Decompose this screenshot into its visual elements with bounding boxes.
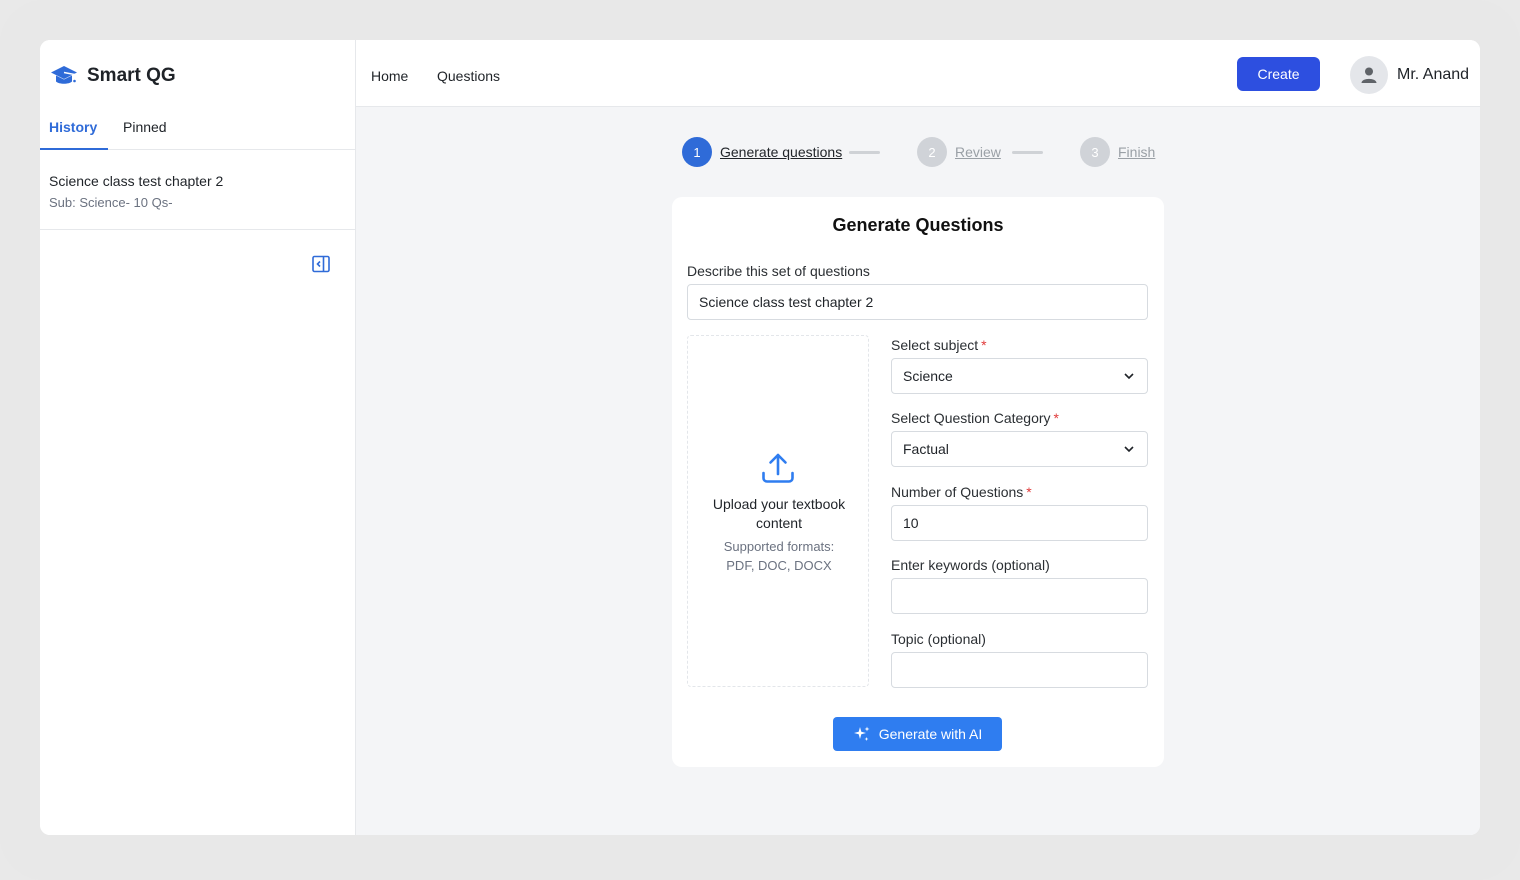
step-finish[interactable]: 3 Finish (1080, 137, 1155, 167)
step-connector (849, 151, 880, 154)
upload-icon (760, 450, 796, 486)
topic-label: Topic (optional) (891, 631, 986, 647)
upload-formats-line2: PDF, DOC, DOCX (726, 558, 832, 573)
subject-label-text: Select subject (891, 337, 979, 353)
num-questions-label-text: Number of Questions (891, 484, 1024, 500)
stepper: 1 Generate questions 2 Review 3 Finish (682, 137, 1162, 167)
category-label-text: Select Question Category (891, 410, 1051, 426)
step-label: Generate questions (720, 144, 843, 160)
keywords-label: Enter keywords (optional) (891, 557, 1050, 573)
description-label: Describe this set of questions (687, 263, 870, 279)
main-content: 1 Generate questions 2 Review 3 Finish G… (356, 107, 1480, 835)
brand[interactable]: Smart QG (50, 62, 176, 90)
sidebar-tabs: History Pinned (40, 106, 356, 150)
step-number: 1 (682, 137, 712, 167)
user-name: Mr. Anand (1397, 66, 1470, 83)
tab-history[interactable]: History (40, 106, 108, 150)
chevron-down-icon (1124, 446, 1134, 453)
sparkle-icon (853, 726, 870, 741)
brand-name: Smart QG (87, 65, 176, 86)
category-label: Select Question Category * (891, 410, 1059, 426)
required-marker: * (1026, 484, 1032, 500)
upload-formats-line1: Supported formats: (723, 539, 835, 554)
step-review[interactable]: 2 Review (917, 137, 1001, 167)
user-avatar-icon (1350, 56, 1388, 94)
step-label: Review (955, 144, 1001, 160)
subject-label: Select subject * (891, 337, 987, 353)
nav-home[interactable]: Home (371, 40, 408, 107)
upload-dropzone[interactable]: Upload your textbook content Supported f… (687, 335, 869, 687)
collapse-sidebar-icon[interactable] (311, 254, 331, 274)
topic-input[interactable] (891, 652, 1148, 688)
graduation-cap-icon (50, 62, 78, 90)
app-window: Smart QG History Pinned Science class te… (40, 40, 1480, 835)
create-button[interactable]: Create (1237, 57, 1320, 91)
user-menu[interactable]: Mr. Anand (1350, 56, 1469, 94)
required-marker: * (1053, 410, 1059, 426)
keywords-input[interactable] (891, 578, 1148, 614)
generate-questions-card: Generate Questions Describe this set of … (672, 197, 1164, 767)
generate-button-label: Generate with AI (878, 726, 983, 742)
step-label: Finish (1118, 144, 1156, 160)
device-frame: Smart QG History Pinned Science class te… (0, 0, 1520, 880)
step-connector (1012, 151, 1043, 154)
step-number: 2 (917, 137, 947, 167)
upload-title: Upload your textbook content (712, 496, 846, 531)
nav-questions[interactable]: Questions (437, 40, 500, 107)
num-questions-label: Number of Questions * (891, 484, 1032, 500)
card-title: Generate Questions (832, 215, 1004, 235)
top-bar: Home Questions Create Mr. Anand (356, 40, 1480, 107)
generate-with-ai-button[interactable]: Generate with AI (833, 717, 1002, 751)
history-item[interactable]: Science class test chapter 2 Sub: Scienc… (40, 150, 356, 230)
step-number: 3 (1080, 137, 1110, 167)
category-select[interactable]: Factual (891, 431, 1148, 467)
sidebar: Smart QG History Pinned Science class te… (40, 40, 356, 835)
category-select-value: Factual (903, 441, 949, 457)
subject-select[interactable]: Science (891, 358, 1148, 394)
history-item-subtitle: Sub: Science- 10 Qs- (49, 195, 173, 210)
required-marker: * (981, 337, 987, 353)
num-questions-input[interactable] (891, 505, 1148, 541)
tab-pinned[interactable]: Pinned (123, 106, 183, 150)
chevron-down-icon (1124, 373, 1134, 380)
subject-select-value: Science (903, 368, 953, 384)
description-input[interactable] (687, 284, 1148, 320)
step-generate-questions[interactable]: 1 Generate questions (682, 137, 842, 167)
history-item-title: Science class test chapter 2 (49, 173, 224, 189)
upload-formats: Supported formats: PDF, DOC, DOCX (698, 537, 860, 575)
